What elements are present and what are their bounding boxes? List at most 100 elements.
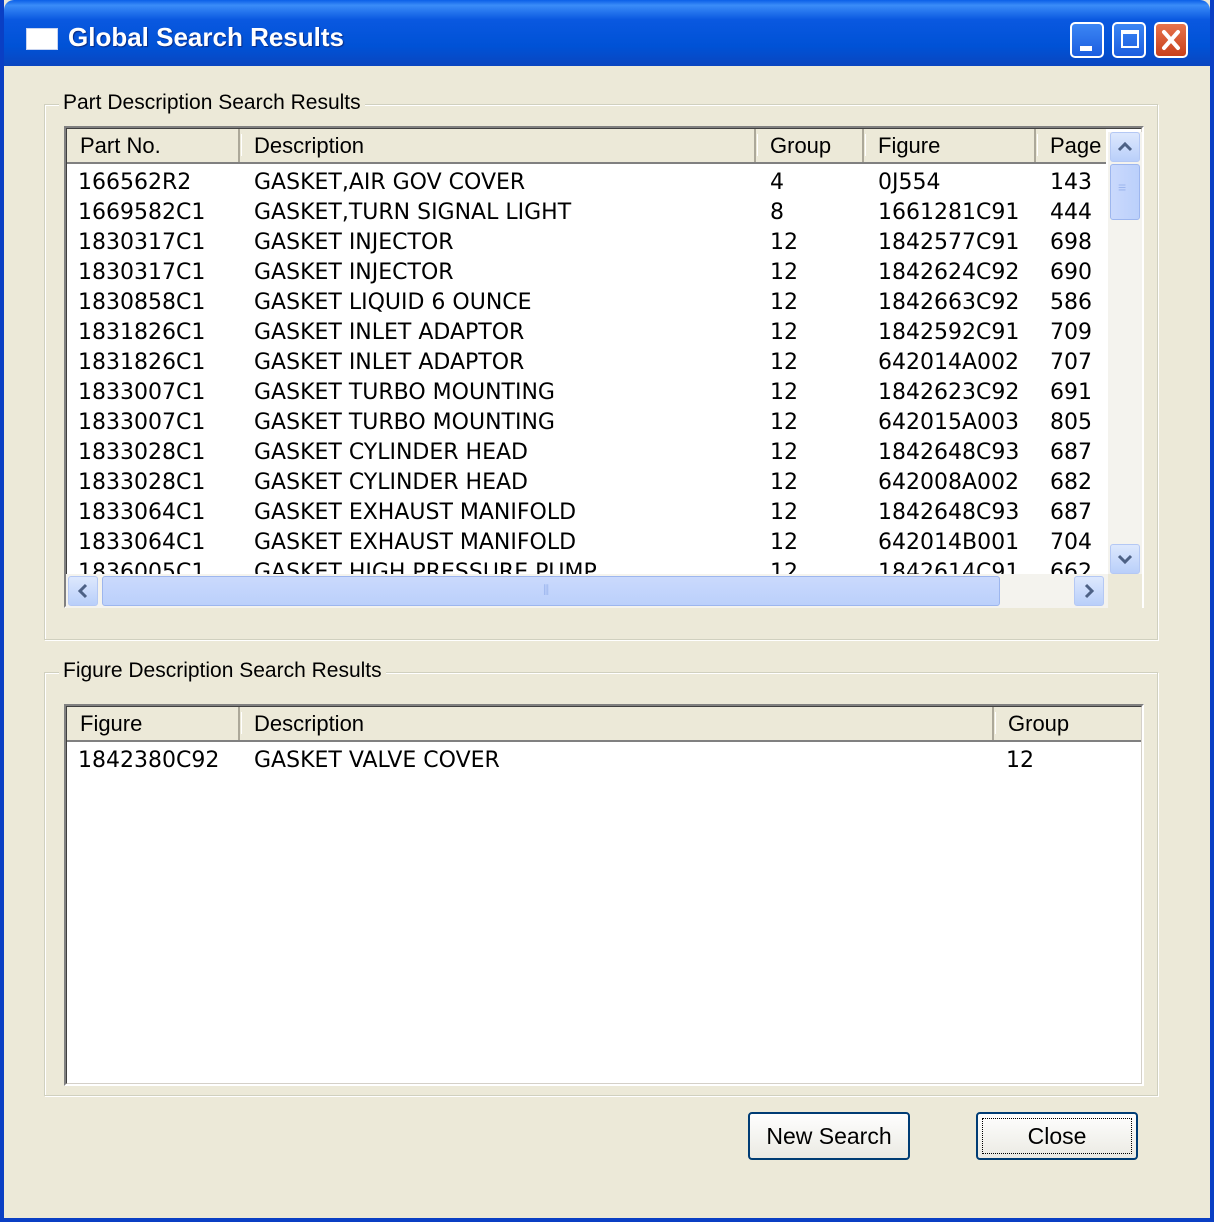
part-results-header: Part No. Description Group Figure Page	[66, 128, 1120, 164]
table-cell: 0J554	[878, 170, 941, 195]
table-cell: 1833007C1	[78, 410, 206, 435]
focus-rectangle	[982, 1118, 1132, 1154]
table-row[interactable]: 1831826C1 GASKET INLET ADAPTOR 12 642014A00…	[66, 348, 1142, 378]
table-cell: 1833064C1	[78, 530, 206, 555]
vertical-scrollbar[interactable]: ≡	[1108, 132, 1142, 574]
table-row[interactable]: 166562R2 GASKET,AIR GOV COVER 4 0J554 143	[66, 168, 1142, 198]
table-cell: 12	[770, 320, 798, 345]
horizontal-scroll-thumb[interactable]: ⦀	[102, 576, 1000, 606]
table-cell: 1830317C1	[78, 260, 206, 285]
close-icon	[1162, 30, 1180, 50]
chevron-left-icon	[77, 583, 88, 599]
table-cell: 1842624C92	[878, 260, 1020, 285]
table-cell: GASKET VALVE COVER	[254, 748, 500, 773]
table-row[interactable]: 1669582C1 GASKET,TURN SIGNAL LIGHT 8 166128…	[66, 198, 1142, 228]
table-cell: 642014B001	[878, 530, 1020, 555]
figure-results-list[interactable]: Figure Description Group 1842380C92 GASKE…	[64, 704, 1144, 1086]
column-header-page[interactable]: Page	[1036, 128, 1120, 162]
title-bar[interactable]: Global Search Results	[4, 0, 1210, 66]
column-header-figure[interactable]: Figure	[66, 706, 242, 740]
chevron-up-icon	[1117, 141, 1133, 152]
scroll-left-button[interactable]	[68, 576, 98, 606]
table-row[interactable]: 1833007C1 GASKET TURBO MOUNTING 12 642015A0…	[66, 408, 1142, 438]
figure-results-label: Figure Description Search Results	[59, 659, 386, 683]
table-cell: 444	[1050, 200, 1092, 225]
table-cell: 1833064C1	[78, 500, 206, 525]
table-cell: 12	[770, 470, 798, 495]
table-cell: 8	[770, 200, 784, 225]
minimize-icon	[1080, 46, 1092, 51]
table-cell: GASKET CYLINDER HEAD	[254, 470, 528, 495]
table-cell: 642015A003	[878, 410, 1020, 435]
table-cell: 805	[1050, 410, 1092, 435]
table-row[interactable]: 1842380C92 GASKET VALVE COVER 12	[66, 746, 1142, 776]
table-cell: 1831826C1	[78, 350, 206, 375]
table-cell: 687	[1050, 440, 1092, 465]
table-cell: GASKET INLET ADAPTOR	[254, 350, 525, 375]
column-header-description[interactable]: Description	[240, 128, 758, 162]
window-icon	[26, 28, 58, 50]
column-header-figure[interactable]: Figure	[864, 128, 1038, 162]
figure-results-header: Figure Description Group	[66, 706, 1142, 742]
table-cell: 1830317C1	[78, 230, 206, 255]
table-cell: 687	[1050, 500, 1092, 525]
table-cell: 1831826C1	[78, 320, 206, 345]
column-header-group[interactable]: Group	[994, 706, 1142, 740]
table-row[interactable]: 1833007C1 GASKET TURBO MOUNTING 12 1842623C…	[66, 378, 1142, 408]
table-cell: 1842648C93	[878, 440, 1020, 465]
part-results-list[interactable]: Part No. Description Group Figure Page 1…	[64, 126, 1144, 608]
table-cell: GASKET INJECTOR	[254, 260, 454, 285]
minimize-button[interactable]	[1070, 22, 1104, 58]
table-row[interactable]: 1831826C1 GASKET INLET ADAPTOR 12 1842592C9…	[66, 318, 1142, 348]
table-cell: 682	[1050, 470, 1092, 495]
column-header-group[interactable]: Group	[756, 128, 866, 162]
scroll-down-button[interactable]	[1110, 544, 1140, 574]
table-row[interactable]: 1833028C1 GASKET CYLINDER HEAD 12 1842648C9…	[66, 438, 1142, 468]
table-cell: 12	[770, 380, 798, 405]
vertical-scroll-thumb[interactable]: ≡	[1110, 164, 1140, 220]
table-cell: 1842577C91	[878, 230, 1020, 255]
table-row[interactable]: 1830317C1 GASKET INJECTOR 12 1842577C91 698	[66, 228, 1142, 258]
table-cell: 1830858C1	[78, 290, 206, 315]
close-button[interactable]: Close	[976, 1112, 1138, 1160]
table-row[interactable]: 1830858C1 GASKET LIQUID 6 OUNCE 12 1842663C…	[66, 288, 1142, 318]
table-cell: 1842380C92	[78, 748, 220, 773]
scrollbar-corner	[1108, 574, 1142, 608]
table-row[interactable]: 1830317C1 GASKET INJECTOR 12 1842624C92 690	[66, 258, 1142, 288]
table-cell: 707	[1050, 350, 1092, 375]
table-cell: 704	[1050, 530, 1092, 555]
table-cell: 12	[770, 350, 798, 375]
table-cell: 1833028C1	[78, 470, 206, 495]
close-window-button[interactable]	[1154, 22, 1188, 58]
table-row[interactable]: 1833064C1 GASKET EXHAUST MANIFOLD 12 184264…	[66, 498, 1142, 528]
maximize-button[interactable]	[1112, 22, 1146, 58]
table-cell: 12	[770, 440, 798, 465]
table-cell: 143	[1050, 170, 1092, 195]
table-cell: 12	[770, 230, 798, 255]
table-row[interactable]: 1833064C1 GASKET EXHAUST MANIFOLD 12 642014…	[66, 528, 1142, 558]
table-cell: 1842623C92	[878, 380, 1020, 405]
column-header-description[interactable]: Description	[240, 706, 996, 740]
table-cell: GASKET INLET ADAPTOR	[254, 320, 525, 345]
table-row[interactable]: 1833028C1 GASKET CYLINDER HEAD 12 642008A00…	[66, 468, 1142, 498]
table-cell: GASKET EXHAUST MANIFOLD	[254, 500, 577, 525]
table-cell: 1842663C92	[878, 290, 1020, 315]
table-cell: 12	[770, 260, 798, 285]
horizontal-scrollbar[interactable]: ⦀	[66, 574, 1108, 608]
part-results-label: Part Description Search Results	[59, 91, 365, 115]
column-header-part-no[interactable]: Part No.	[66, 128, 242, 162]
table-cell: 642014A002	[878, 350, 1020, 375]
table-cell: 12	[770, 500, 798, 525]
table-cell: GASKET LIQUID 6 OUNCE	[254, 290, 532, 315]
table-cell: 698	[1050, 230, 1092, 255]
table-cell: 1842592C91	[878, 320, 1020, 345]
scroll-up-button[interactable]	[1110, 132, 1140, 162]
chevron-right-icon	[1084, 583, 1095, 599]
table-cell: 690	[1050, 260, 1092, 285]
table-cell: GASKET EXHAUST MANIFOLD	[254, 530, 577, 555]
table-cell: 1842648C93	[878, 500, 1020, 525]
new-search-button[interactable]: New Search	[748, 1112, 910, 1160]
table-cell: 1833007C1	[78, 380, 206, 405]
scroll-right-button[interactable]	[1074, 576, 1104, 606]
table-cell: 691	[1050, 380, 1092, 405]
